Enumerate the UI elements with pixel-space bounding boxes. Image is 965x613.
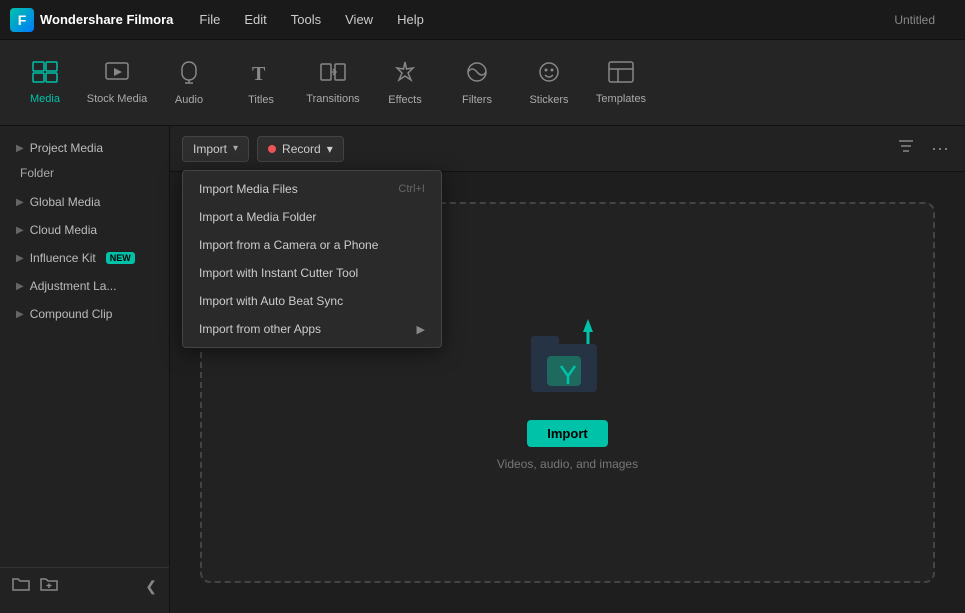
import-media-files-shortcut: Ctrl+I [398, 183, 425, 195]
dropzone-description: Videos, audio, and images [497, 457, 638, 471]
stock-media-icon [104, 61, 130, 87]
titles-icon: T [249, 60, 273, 88]
filters-icon [465, 60, 489, 88]
record-dropdown-arrow: ▾ [327, 142, 333, 156]
folder-label: Folder [20, 166, 54, 180]
cloud-media-label: Cloud Media [30, 223, 97, 237]
compound-clip-arrow: ▶ [16, 309, 24, 320]
menu-file[interactable]: File [189, 8, 230, 31]
import-media-folder-label: Import a Media Folder [199, 210, 316, 224]
project-media-arrow: ▶ [16, 143, 24, 154]
more-options-button[interactable]: ··· [927, 134, 953, 163]
main-area: ▶ Project Media Folder ▶ Global Media ▶ … [0, 126, 965, 613]
sidebar: ▶ Project Media Folder ▶ Global Media ▶ … [0, 126, 170, 613]
stickers-icon [537, 60, 561, 88]
import-button[interactable]: Import ▾ [182, 136, 249, 162]
import-media-folder-item[interactable]: Import a Media Folder [183, 203, 441, 231]
toolbar-media[interactable]: Media [10, 47, 80, 119]
filter-button[interactable] [893, 134, 919, 163]
templates-label: Templates [596, 93, 646, 105]
import-instant-cutter-label: Import with Instant Cutter Tool [199, 266, 358, 280]
cloud-media-arrow: ▶ [16, 225, 24, 236]
record-button-label: Record [282, 142, 321, 156]
import-dropdown-menu: Import Media Files Ctrl+I Import a Media… [182, 170, 442, 348]
sidebar-item-influence-kit[interactable]: ▶ Influence Kit NEW [4, 245, 165, 271]
transitions-label: Transitions [306, 93, 359, 105]
sidebar-item-project-media[interactable]: ▶ Project Media [4, 135, 165, 161]
window-title: Untitled [894, 13, 935, 27]
content-toolbar: Import ▾ Record ▾ ··· Import Media [170, 126, 965, 172]
menu-help[interactable]: Help [387, 8, 434, 31]
transitions-icon [320, 61, 346, 87]
effects-label: Effects [388, 94, 421, 106]
menubar: File Edit Tools View Help [189, 8, 878, 31]
toolbar-stock-media[interactable]: Stock Media [82, 47, 152, 119]
import-other-apps-label: Import from other Apps [199, 322, 321, 336]
titles-label: Titles [248, 94, 274, 106]
project-media-label: Project Media [30, 141, 103, 155]
toolbar-stickers[interactable]: Stickers [514, 47, 584, 119]
titlebar: F Wondershare Filmora File Edit Tools Vi… [0, 0, 965, 40]
import-media-files-label: Import Media Files [199, 182, 298, 196]
toolbar-titles[interactable]: T Titles [226, 47, 296, 119]
record-button[interactable]: Record ▾ [257, 136, 344, 162]
influence-kit-label: Influence Kit [30, 251, 96, 265]
app-name: Wondershare Filmora [40, 12, 173, 27]
app-logo-icon: F [10, 8, 34, 32]
content-area: Import ▾ Record ▾ ··· Import Media [170, 126, 965, 613]
import-other-apps-item[interactable]: Import from other Apps ▶ [183, 315, 441, 343]
sidebar-item-compound-clip[interactable]: ▶ Compound Clip [4, 301, 165, 327]
toolbar-transitions[interactable]: Transitions [298, 47, 368, 119]
import-camera-phone-item[interactable]: Import from a Camera or a Phone [183, 231, 441, 259]
global-media-label: Global Media [30, 195, 101, 209]
stickers-label: Stickers [529, 94, 568, 106]
import-media-files-item[interactable]: Import Media Files Ctrl+I [183, 175, 441, 203]
import-action-button[interactable]: Import [527, 420, 607, 447]
sidebar-footer: ❮ [0, 567, 169, 605]
effects-icon [393, 60, 417, 88]
sidebar-item-adjustment-layer[interactable]: ▶ Adjustment La... [4, 273, 165, 299]
new-folder-button[interactable] [12, 576, 30, 597]
app-logo: F Wondershare Filmora [10, 8, 173, 32]
toolbar-filters[interactable]: Filters [442, 47, 512, 119]
import-button-label: Import [193, 142, 227, 156]
sidebar-item-cloud-media[interactable]: ▶ Cloud Media [4, 217, 165, 243]
record-dot-icon [268, 145, 276, 153]
audio-icon [178, 60, 200, 88]
audio-label: Audio [175, 94, 203, 106]
media-icon [32, 61, 58, 87]
media-label: Media [30, 93, 60, 105]
menu-tools[interactable]: Tools [281, 8, 331, 31]
dropzone-icon [523, 314, 613, 404]
filters-label: Filters [462, 94, 492, 106]
menu-edit[interactable]: Edit [234, 8, 276, 31]
global-media-arrow: ▶ [16, 197, 24, 208]
svg-text:T: T [252, 63, 266, 84]
import-auto-beat-sync-label: Import with Auto Beat Sync [199, 294, 343, 308]
import-other-apps-arrow: ▶ [417, 323, 425, 336]
adjustment-layer-label: Adjustment La... [30, 279, 117, 293]
toolbar: Media Stock Media Audio T Titles [0, 40, 965, 126]
stock-media-label: Stock Media [87, 93, 148, 105]
toolbar-effects[interactable]: Effects [370, 47, 440, 119]
add-folder-button[interactable] [40, 576, 58, 597]
sidebar-item-folder[interactable]: Folder [0, 162, 169, 188]
menu-view[interactable]: View [335, 8, 383, 31]
toolbar-audio[interactable]: Audio [154, 47, 224, 119]
import-camera-phone-label: Import from a Camera or a Phone [199, 238, 378, 252]
templates-icon [608, 61, 634, 87]
sidebar-collapse-button[interactable]: ❮ [145, 578, 157, 595]
compound-clip-label: Compound Clip [30, 307, 113, 321]
import-auto-beat-sync-item[interactable]: Import with Auto Beat Sync [183, 287, 441, 315]
import-dropdown-arrow: ▾ [233, 143, 238, 154]
influence-kit-arrow: ▶ [16, 253, 24, 264]
sidebar-item-global-media[interactable]: ▶ Global Media [4, 189, 165, 215]
toolbar-templates[interactable]: Templates [586, 47, 656, 119]
import-instant-cutter-item[interactable]: Import with Instant Cutter Tool [183, 259, 441, 287]
influence-kit-badge: NEW [106, 252, 135, 264]
adjustment-layer-arrow: ▶ [16, 281, 24, 292]
